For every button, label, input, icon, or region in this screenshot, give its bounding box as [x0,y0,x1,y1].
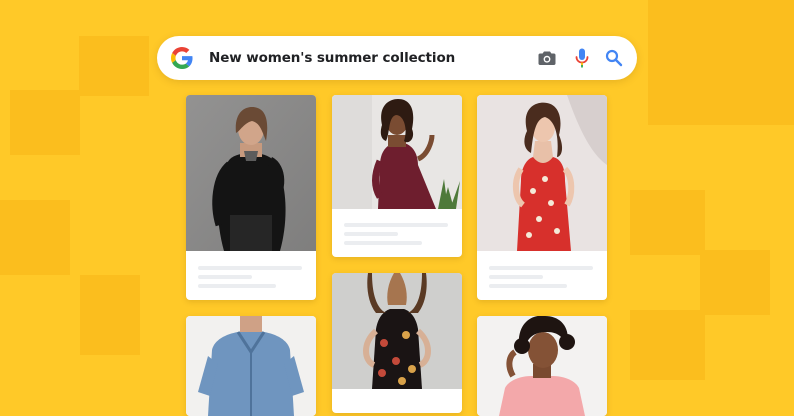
placeholder-line [344,223,448,227]
google-logo-icon [171,47,193,69]
search-input[interactable]: New women's summer collection [209,36,455,80]
search-bar[interactable]: New women's summer collection [157,36,637,80]
search-icon[interactable] [603,47,625,69]
product-image [332,95,462,209]
product-image [477,95,607,251]
result-card-1[interactable] [186,95,316,300]
background-tile [630,190,705,255]
placeholder-line [489,275,543,279]
background-tile [0,200,70,275]
background-tile [630,310,705,380]
product-image [186,316,316,416]
result-card-4[interactable] [186,316,316,416]
placeholder-line [344,232,398,236]
result-card-5[interactable] [332,273,462,413]
placeholder-line [198,266,302,270]
camera-icon[interactable] [536,47,558,69]
result-card-6[interactable] [477,316,607,416]
microphone-icon[interactable] [571,47,593,69]
background-tile [79,36,149,96]
background-tile [80,275,140,355]
result-card-3[interactable] [477,95,607,300]
result-card-2[interactable] [332,95,462,257]
placeholder-line [344,241,422,245]
placeholder-line [198,284,276,288]
product-image [332,273,462,389]
background-tile [648,0,794,125]
product-image [477,316,607,416]
product-image [186,95,316,251]
page-root: { "search": { "query": "New women's summ… [0,0,794,416]
background-tile [700,250,770,315]
placeholder-line [489,284,567,288]
placeholder-line [198,275,252,279]
background-tile [10,90,80,155]
placeholder-line [489,266,593,270]
